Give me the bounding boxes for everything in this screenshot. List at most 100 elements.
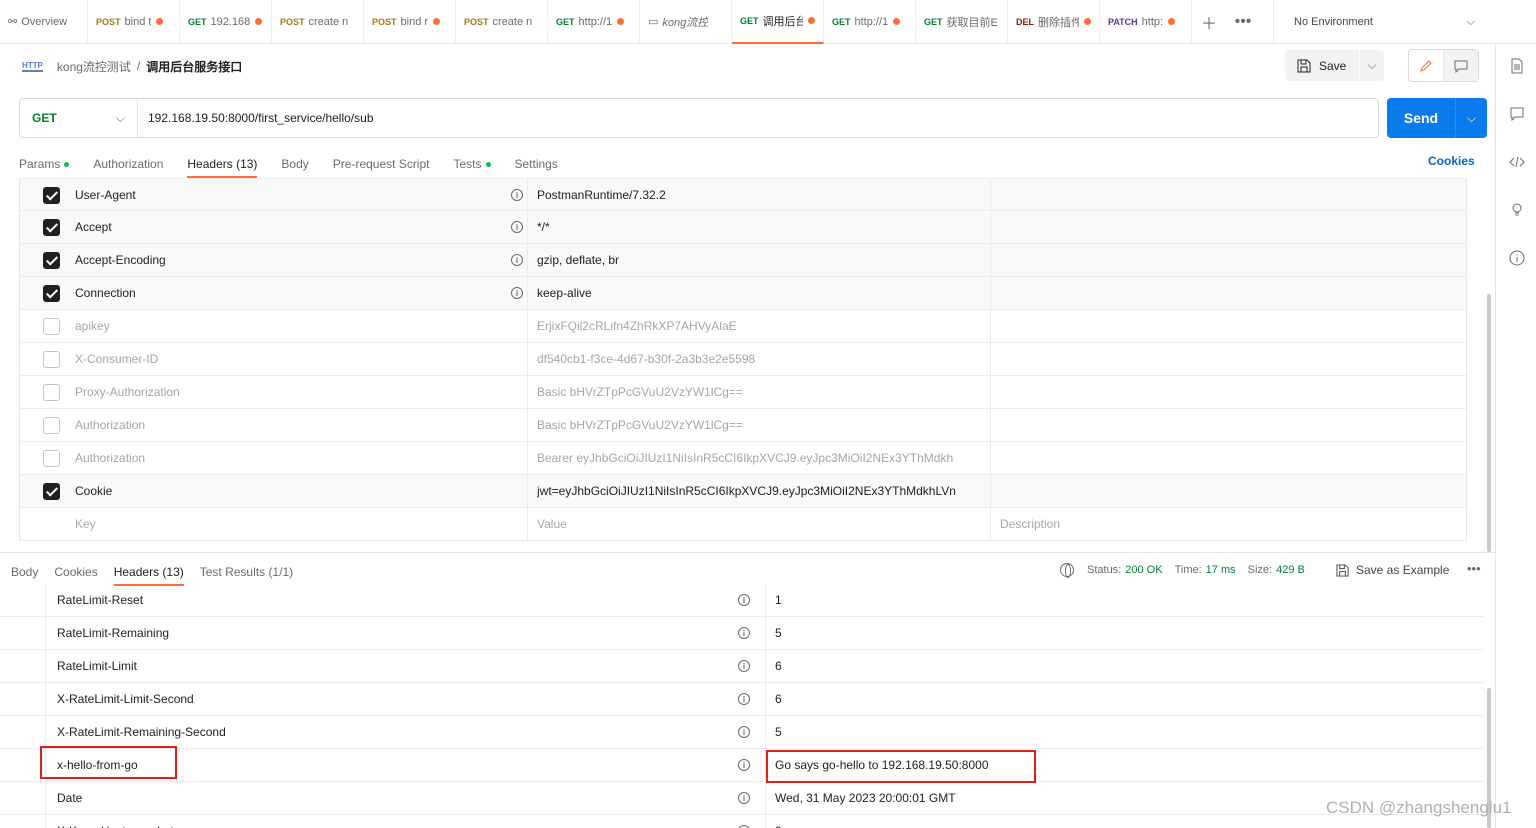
header-checkbox[interactable] [43, 187, 60, 204]
header-checkbox[interactable] [43, 318, 60, 335]
header-key[interactable]: Authorization [75, 418, 145, 432]
globe-icon[interactable] [1060, 563, 1074, 578]
info-icon[interactable]: i [738, 693, 750, 705]
environment-selector[interactable]: No Environment ⌵ [1273, 0, 1495, 44]
info-icon[interactable]: i [511, 189, 523, 201]
response-header-key[interactable]: RateLimit-Limit [57, 659, 137, 673]
response-header-value[interactable]: 6 [775, 692, 1225, 706]
response-divider[interactable] [0, 552, 1495, 553]
response-tab-headers[interactable]: Headers (13) [113, 558, 184, 586]
status-value[interactable]: 200 OK [1125, 564, 1162, 576]
header-checkbox[interactable] [43, 252, 60, 269]
response-header-value[interactable]: 2 [775, 824, 1225, 828]
url-input[interactable]: 192.168.19.50:8000/first_service/hello/s… [138, 111, 374, 125]
breadcrumb-collection[interactable]: kong流控测试 [57, 58, 131, 75]
header-key[interactable]: Accept-Encoding [75, 253, 166, 267]
save-dropdown-chevron-icon[interactable]: ⌵ [1360, 50, 1384, 81]
request-tab[interactable]: DEL 删除插件 [1008, 0, 1100, 44]
info-icon[interactable]: i [511, 287, 523, 299]
edit-pencil-icon[interactable] [1409, 50, 1444, 81]
header-checkbox[interactable] [43, 285, 60, 302]
response-header-value[interactable]: 5 [775, 626, 1225, 640]
code-icon[interactable] [1509, 154, 1525, 170]
request-tab-params[interactable]: Params [19, 150, 70, 178]
header-value[interactable]: */* [537, 220, 987, 234]
info-icon[interactable]: i [511, 221, 523, 233]
key-placeholder[interactable]: Key [75, 517, 96, 531]
request-tab[interactable]: GET 获取目前E [916, 0, 1008, 44]
header-checkbox[interactable] [43, 351, 60, 368]
info-icon[interactable]: i [738, 726, 750, 738]
time-value[interactable]: 17 ms [1206, 564, 1236, 576]
request-tab[interactable]: PATCH http: [1100, 0, 1192, 44]
header-value[interactable]: ErjixFQil2cRLifn4ZhRkXP7AHVyAlaE [537, 319, 987, 333]
header-value[interactable]: gzip, deflate, br [537, 253, 987, 267]
info-icon[interactable]: i [738, 594, 750, 606]
lightbulb-icon[interactable] [1509, 202, 1525, 218]
header-key[interactable]: Connection [75, 286, 136, 300]
response-tab-test[interactable]: Test Results (1/1) [200, 558, 293, 586]
info-icon[interactable]: i [738, 759, 750, 771]
info-icon[interactable] [1509, 250, 1525, 266]
documentation-icon[interactable] [1509, 58, 1525, 74]
method-select[interactable]: GET ⌵ [20, 99, 138, 137]
response-header-value[interactable]: 6 [775, 659, 1225, 673]
comment-mode-icon[interactable] [1443, 50, 1478, 81]
response-header-key[interactable]: X-RateLimit-Limit-Second [57, 692, 194, 706]
response-tab-cookies[interactable]: Cookies [54, 558, 97, 586]
request-tab[interactable]: GET http://1 [548, 0, 640, 44]
info-icon[interactable]: i [738, 660, 750, 672]
request-tab-tests[interactable]: Tests [453, 150, 491, 178]
header-key[interactable]: Proxy-Authorization [75, 385, 180, 399]
comments-icon[interactable] [1509, 106, 1525, 122]
info-icon[interactable]: i [738, 792, 750, 804]
header-value[interactable]: Bearer eyJhbGciOiJIUzI1NiIsInR5cCI6IkpXV… [537, 451, 987, 465]
header-key[interactable]: User-Agent [75, 188, 136, 202]
size-value[interactable]: 429 B [1276, 564, 1305, 576]
request-tab[interactable]: ▭ kong流控 [640, 0, 732, 44]
header-checkbox[interactable] [43, 483, 60, 500]
request-scrollbar[interactable] [1487, 294, 1491, 552]
info-icon[interactable]: i [511, 254, 523, 266]
request-tab[interactable]: POST create n [456, 0, 548, 44]
request-tab-authorization[interactable]: Authorization [93, 150, 163, 178]
breadcrumb-request[interactable]: 调用后台服务接口 [146, 58, 242, 75]
header-checkbox[interactable] [43, 450, 60, 467]
header-value[interactable]: Basic bHVrZTpPcGVuU2VzYW1lCg== [537, 418, 987, 432]
header-checkbox[interactable] [43, 219, 60, 236]
request-tab[interactable]: GET 192.168 [180, 0, 272, 44]
header-key[interactable]: X-Consumer-ID [75, 352, 158, 366]
request-tab[interactable]: POST bind t [88, 0, 180, 44]
header-value[interactable]: df540cb1-f3ce-4d67-b30f-2a3b3e2e5598 [537, 352, 987, 366]
header-value[interactable]: keep-alive [537, 286, 987, 300]
request-tab[interactable]: GET http://1 [824, 0, 916, 44]
save-as-example-button[interactable]: Save as Example [1336, 563, 1449, 577]
response-header-key[interactable]: Date [57, 791, 82, 805]
header-checkbox[interactable] [43, 417, 60, 434]
header-value[interactable]: Basic bHVrZTpPcGVuU2VzYW1lCg== [537, 385, 987, 399]
description-placeholder[interactable]: Description [1000, 517, 1060, 531]
header-value[interactable]: jwt=eyJhbGciOiJIUzI1NiIsInR5cCI6IkpXVCJ9… [537, 484, 987, 498]
send-button[interactable]: Send [1387, 98, 1455, 138]
response-header-key[interactable]: X-RateLimit-Remaining-Second [57, 725, 226, 739]
request-tab-settings[interactable]: Settings [515, 150, 558, 178]
header-key[interactable]: Authorization [75, 451, 145, 465]
response-header-value[interactable]: 5 [775, 725, 1225, 739]
response-header-value[interactable]: Wed, 31 May 2023 20:00:01 GMT [775, 791, 1225, 805]
request-tab[interactable]: POST create n [272, 0, 364, 44]
response-header-value[interactable]: 1 [775, 593, 1225, 607]
request-tab-body[interactable]: Body [281, 150, 308, 178]
request-tab[interactable]: GET 调用后台 [732, 0, 824, 44]
request-tab[interactable]: ⚯ Overview [0, 0, 88, 44]
info-icon[interactable]: i [738, 627, 750, 639]
response-header-key[interactable]: X-Kong-Upstream-Latency [57, 824, 199, 828]
request-tab[interactable]: POST bind r [364, 0, 456, 44]
request-tab-headers[interactable]: Headers (13) [187, 150, 258, 178]
value-placeholder[interactable]: Value [537, 517, 987, 531]
header-key[interactable]: Cookie [75, 484, 112, 498]
header-value[interactable]: PostmanRuntime/7.32.2 [537, 188, 987, 202]
save-button[interactable]: Save [1285, 50, 1359, 81]
cookies-link[interactable]: Cookies [1428, 154, 1475, 168]
header-checkbox[interactable] [43, 384, 60, 401]
send-dropdown-chevron-icon[interactable]: ⌵ [1455, 98, 1487, 138]
